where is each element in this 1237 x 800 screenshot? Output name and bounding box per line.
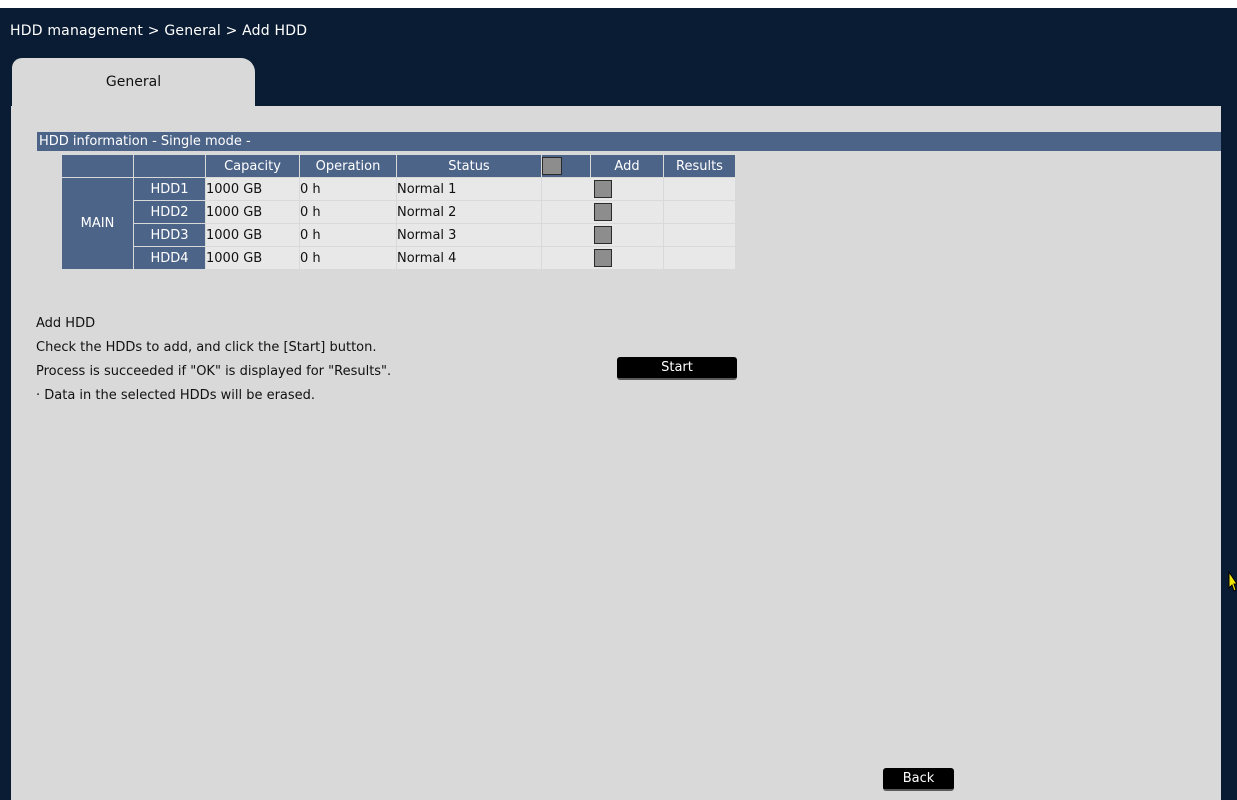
info-title: Add HDD (36, 316, 96, 331)
table-row: HDD3 1000 GB 0 h Normal 3 (62, 224, 735, 246)
info-line: Check the HDDs to add, and click the [St… (36, 340, 377, 355)
header-capacity: Capacity (206, 155, 299, 177)
start-button[interactable]: Start (617, 357, 737, 380)
table-header-row: Capacity Operation Status Add Results (62, 155, 735, 177)
section-title: HDD information - Single mode - (37, 132, 1221, 151)
add-checkbox-hdd2[interactable] (593, 203, 612, 221)
row-label: HDD3 (134, 224, 205, 246)
hdd-table: Capacity Operation Status Add Results MA… (61, 154, 736, 270)
info-line: · Data in the selected HDDs will be eras… (36, 388, 316, 403)
header-results: Results (664, 155, 735, 177)
add-checkbox-hdd1[interactable] (593, 180, 612, 198)
table-row: HDD4 1000 GB 0 h Normal 4 (62, 247, 735, 269)
row-label: HDD1 (134, 178, 205, 200)
operation-cell: 0 h (300, 201, 396, 223)
status-cell: Normal 1 (397, 178, 541, 200)
header-operation: Operation (300, 155, 396, 177)
capacity-cell: 1000 GB (206, 178, 299, 200)
capacity-cell: 1000 GB (206, 224, 299, 246)
back-button[interactable]: Back (883, 768, 954, 791)
operation-cell: 0 h (300, 178, 396, 200)
header-add: Add (591, 155, 663, 177)
header-blank-1 (62, 155, 133, 177)
main-panel: HDD information - Single mode - Capacity… (11, 106, 1221, 800)
table-row: MAIN HDD1 1000 GB 0 h Normal 1 (62, 178, 735, 269)
breadcrumb: HDD management > General > Add HDD (10, 23, 308, 39)
results-cell (664, 178, 735, 200)
info-line: Process is succeeded if "OK" is displaye… (36, 364, 392, 379)
status-cell: Normal 3 (397, 224, 541, 246)
select-all-checkbox[interactable] (542, 157, 562, 175)
row-label: HDD4 (134, 247, 205, 269)
add-checkbox-hdd3[interactable] (593, 226, 612, 244)
tab-general[interactable]: General (12, 58, 255, 108)
select-all-cell (542, 155, 590, 177)
header-blank-2 (134, 155, 205, 177)
capacity-cell: 1000 GB (206, 247, 299, 269)
add-checkbox-hdd4[interactable] (593, 249, 612, 267)
status-cell: Normal 2 (397, 201, 541, 223)
screen: HDD management > General > Add HDD Gener… (0, 8, 1237, 800)
add-hdd-info: Add HDD Check the HDDs to add, and click… (36, 312, 391, 408)
header-status: Status (397, 155, 541, 177)
operation-cell: 0 h (300, 224, 396, 246)
results-cell (664, 201, 735, 223)
add-cell (542, 224, 663, 246)
mouse-cursor-icon (1228, 571, 1237, 592)
group-label: MAIN (62, 178, 133, 269)
row-label: HDD2 (134, 201, 205, 223)
add-cell (542, 247, 663, 269)
operation-cell: 0 h (300, 247, 396, 269)
add-cell (542, 178, 663, 200)
tab-general-label: General (105, 74, 162, 90)
results-cell (664, 247, 735, 269)
add-cell (542, 201, 663, 223)
table-row: HDD2 1000 GB 0 h Normal 2 (62, 201, 735, 223)
status-cell: Normal 4 (397, 247, 541, 269)
capacity-cell: 1000 GB (206, 201, 299, 223)
results-cell (664, 224, 735, 246)
